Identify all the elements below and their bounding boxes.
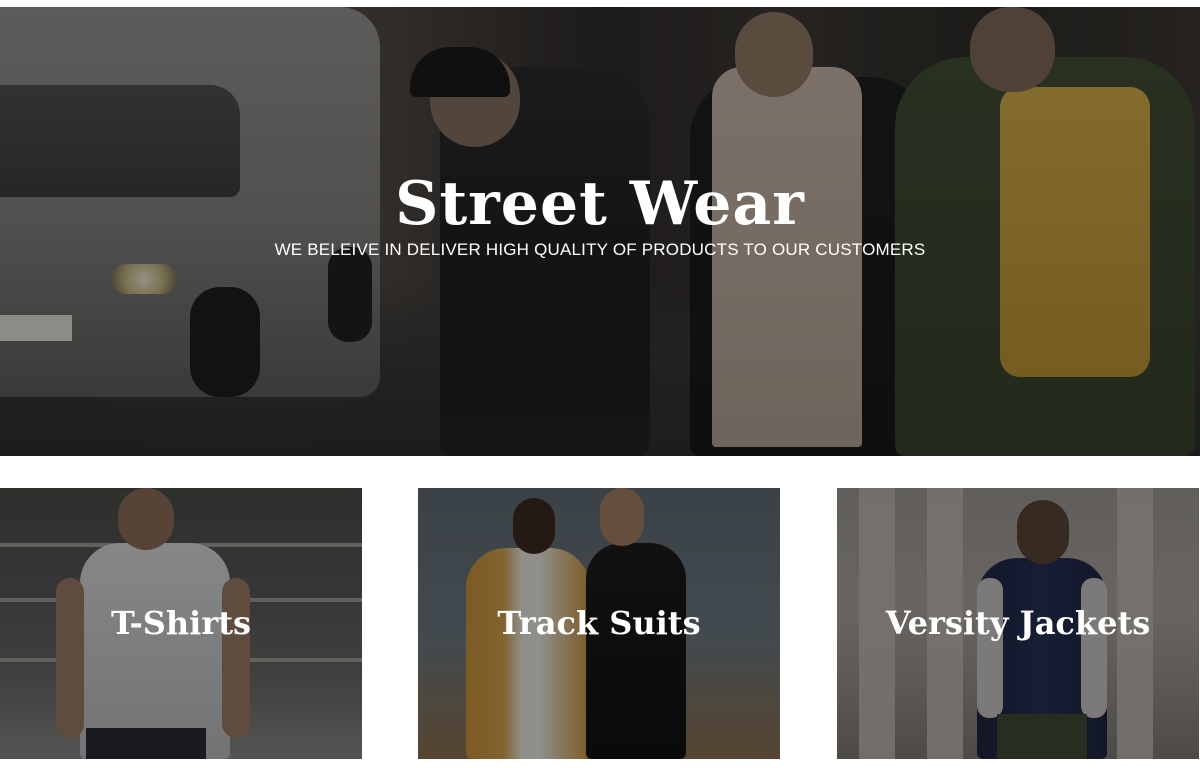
- category-card-track-suits[interactable]: Track Suits: [418, 488, 780, 759]
- category-label: Track Suits: [497, 604, 701, 642]
- hero-banner: Street Wear WE BELEIVE IN DELIVER HIGH Q…: [0, 7, 1200, 456]
- category-card-versity-jackets[interactable]: Versity Jackets: [837, 488, 1199, 759]
- category-label: Versity Jackets: [885, 604, 1151, 642]
- category-label: T-Shirts: [111, 604, 251, 642]
- hero-title: Street Wear: [395, 169, 805, 239]
- hero-subtitle: WE BELEIVE IN DELIVER HIGH QUALITY OF PR…: [274, 240, 926, 259]
- category-card-t-shirts[interactable]: T-Shirts: [0, 488, 362, 759]
